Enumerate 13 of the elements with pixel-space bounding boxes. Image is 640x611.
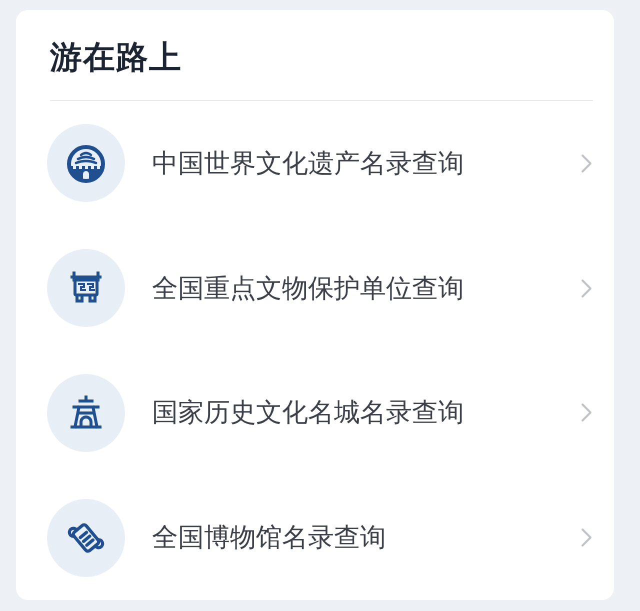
chevron-right-icon bbox=[581, 154, 592, 173]
gate-frame-icon bbox=[47, 249, 125, 328]
menu-item[interactable]: 全国重点文物保护单位查询 bbox=[50, 226, 593, 350]
chevron-right-icon bbox=[581, 403, 592, 422]
chevron-right-icon bbox=[581, 528, 592, 548]
tower-gate-icon bbox=[47, 374, 125, 452]
menu-item[interactable]: 全国博物馆名录查询 bbox=[50, 475, 593, 600]
section-title: 游在路上 bbox=[50, 38, 182, 76]
chevron-right-icon bbox=[581, 278, 592, 298]
city-wall-emblem-icon bbox=[47, 124, 125, 202]
menu-item[interactable]: 国家历史文化名城名录查询 bbox=[50, 350, 593, 476]
menu-item[interactable]: 中国世界文化遗产名录查询 bbox=[50, 101, 593, 226]
scroll-icon bbox=[47, 498, 125, 577]
